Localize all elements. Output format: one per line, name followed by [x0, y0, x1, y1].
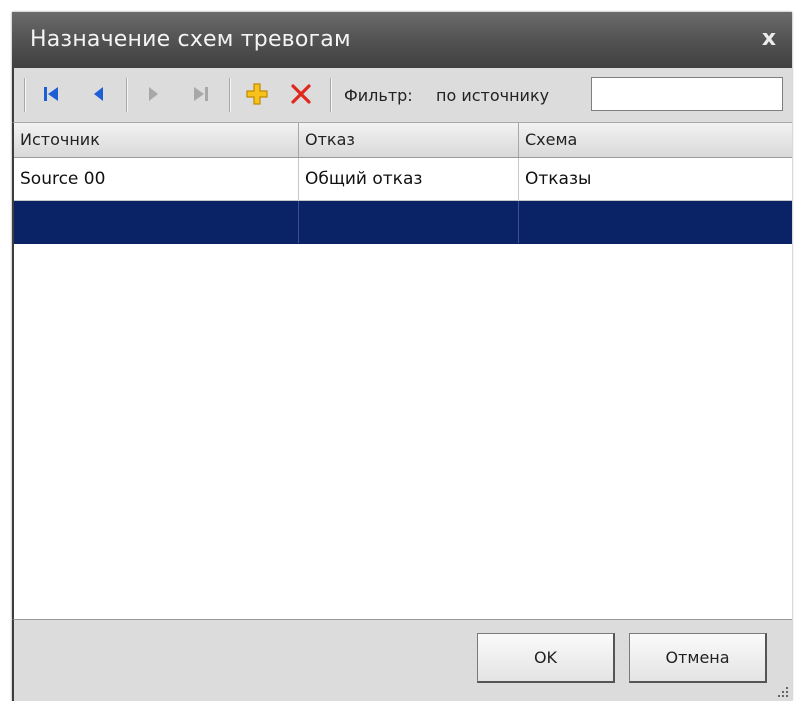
table-row[interactable]: Source 00 Общий отказ Отказы: [14, 158, 792, 201]
first-record-button[interactable]: [36, 78, 66, 110]
alarm-scheme-dialog: Назначение схем тревогам x Фильтр: по ис…: [12, 12, 792, 701]
toolbar-separator: [126, 78, 128, 112]
cell-failure[interactable]: Общий отказ: [299, 158, 519, 200]
alarm-grid: Источник Отказ Схема Source 00 Общий отк…: [12, 123, 792, 619]
dialog-footer: OK Отмена: [12, 619, 792, 701]
add-record-button[interactable]: [242, 78, 272, 110]
last-record-button[interactable]: [186, 78, 216, 110]
ok-button[interactable]: OK: [477, 633, 615, 683]
next-record-icon: [149, 87, 158, 101]
toolbar-separator: [229, 78, 231, 112]
toolbar-separator: [330, 78, 332, 112]
filter-input[interactable]: [591, 77, 783, 111]
delete-record-icon: [291, 84, 311, 104]
table-row-selected[interactable]: [14, 201, 792, 244]
prev-record-button[interactable]: [84, 78, 114, 110]
next-record-button[interactable]: [138, 78, 168, 110]
column-header-source[interactable]: Источник: [14, 123, 299, 157]
cell-source[interactable]: Source 00: [14, 158, 299, 200]
title-bar[interactable]: Назначение схем тревогам x: [12, 12, 792, 68]
first-record-icon: [44, 87, 58, 101]
toolbar: Фильтр: по источнику: [12, 68, 792, 123]
filter-label: Фильтр:: [344, 86, 413, 105]
delete-record-button[interactable]: [286, 78, 316, 110]
resize-grip-icon[interactable]: [776, 685, 790, 699]
cell-scheme[interactable]: Отказы: [519, 158, 792, 200]
filter-mode[interactable]: по источнику: [436, 86, 549, 105]
add-record-icon: [246, 83, 268, 105]
prev-record-icon: [94, 87, 103, 101]
close-icon[interactable]: x: [756, 26, 782, 52]
cell-scheme[interactable]: [519, 201, 792, 243]
column-header-failure[interactable]: Отказ: [299, 123, 519, 157]
column-header-scheme[interactable]: Схема: [519, 123, 792, 157]
grid-header: Источник Отказ Схема: [14, 123, 792, 158]
cancel-button[interactable]: Отмена: [629, 633, 767, 683]
last-record-icon: [194, 87, 208, 101]
toolbar-separator: [24, 78, 26, 112]
cell-source[interactable]: [14, 201, 299, 243]
window-title: Назначение схем тревогам: [30, 27, 351, 52]
cell-failure[interactable]: [299, 201, 519, 243]
